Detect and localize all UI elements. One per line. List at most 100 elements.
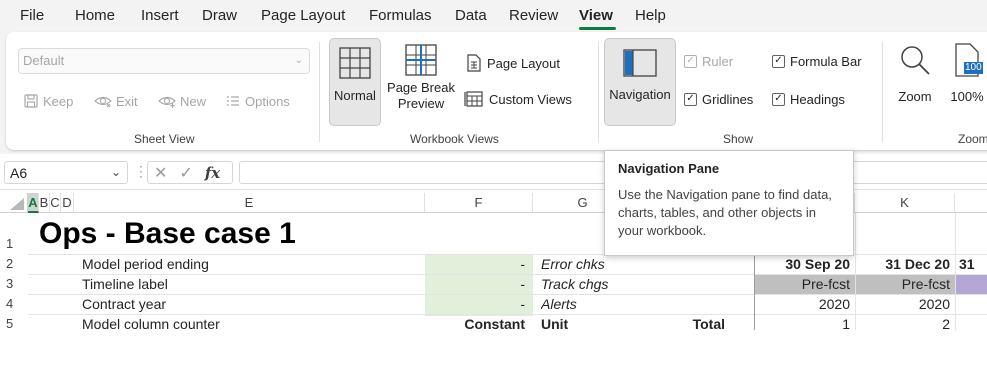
- gridlines-label: Gridlines: [702, 91, 754, 107]
- cell-f3[interactable]: -: [425, 276, 525, 292]
- normal-label: Normal: [334, 88, 376, 103]
- tab-help[interactable]: Help: [635, 7, 666, 24]
- cell-k4[interactable]: 2020: [855, 296, 950, 312]
- cell-k3[interactable]: Pre-fcst: [855, 276, 950, 292]
- page-layout-button[interactable]: Page Layout: [466, 52, 560, 74]
- select-all-corner[interactable]: [0, 193, 28, 213]
- column-header-l[interactable]: [955, 193, 987, 213]
- normal-grid-icon: [339, 47, 371, 79]
- tab-page-layout[interactable]: Page Layout: [261, 7, 345, 24]
- options-button[interactable]: Options: [225, 90, 290, 112]
- name-box-value: A6: [10, 165, 28, 181]
- name-box[interactable]: A6 ⌄: [4, 161, 128, 184]
- chevron-down-icon: ⌄: [294, 55, 303, 66]
- page-break-label-line1: Page Break: [387, 80, 455, 95]
- keep-label: Keep: [43, 93, 74, 109]
- column-header-b[interactable]: B: [39, 193, 50, 213]
- checkbox-checked-icon: ✓: [684, 54, 697, 68]
- magnifier-icon: [901, 46, 930, 75]
- column-header-f[interactable]: F: [425, 193, 533, 213]
- cell-e2[interactable]: Model period ending: [82, 256, 209, 272]
- checkbox-checked-icon: ✓: [772, 54, 785, 68]
- tab-review[interactable]: Review: [509, 7, 558, 24]
- tab-data[interactable]: Data: [455, 7, 487, 24]
- enter-icon[interactable]: ✓: [179, 163, 192, 183]
- zoom-group-label: Zoom: [958, 132, 987, 146]
- cell-f5[interactable]: Constant: [425, 316, 525, 329]
- cancel-icon[interactable]: ✕: [154, 163, 167, 183]
- zoom-button[interactable]: Zoom: [890, 38, 940, 126]
- headings-label: Headings: [790, 91, 845, 107]
- cell-k5[interactable]: 2: [855, 316, 950, 329]
- select-all-triangle-icon: [10, 198, 24, 210]
- cell-e4[interactable]: Contract year: [82, 296, 166, 312]
- cell-j3[interactable]: Pre-fcst: [755, 276, 850, 292]
- tooltip-title: Navigation Pane: [618, 161, 720, 176]
- row-header-3[interactable]: 3: [0, 276, 28, 291]
- headings-checkbox[interactable]: ✓ Headings: [772, 88, 845, 110]
- page-break-preview-button[interactable]: Page Break Preview: [386, 38, 456, 126]
- navigation-pane-icon: [623, 49, 657, 77]
- cell-f4[interactable]: -: [425, 296, 525, 312]
- exit-button[interactable]: Exit: [94, 90, 138, 112]
- tab-file[interactable]: File: [20, 7, 44, 24]
- zoom-100-button[interactable]: 100 100%: [945, 38, 987, 126]
- sheet-view-value: Default: [23, 53, 65, 68]
- custom-views-button[interactable]: Custom Views: [464, 88, 572, 110]
- more-icon[interactable]: ⋮: [134, 163, 148, 180]
- row-header-4[interactable]: 4: [0, 296, 28, 311]
- group-divider: [882, 42, 883, 142]
- checkbox-checked-icon: ✓: [684, 92, 697, 106]
- tab-draw[interactable]: Draw: [202, 7, 237, 24]
- column-header-a[interactable]: A: [28, 193, 39, 213]
- ruler-checkbox[interactable]: ✓ Ruler: [684, 50, 733, 72]
- cell-k2[interactable]: 31 Dec 20: [855, 256, 950, 272]
- cell-g2[interactable]: Error chks: [541, 256, 605, 272]
- tab-home[interactable]: Home: [75, 7, 115, 24]
- navigation-button[interactable]: Navigation: [604, 38, 676, 126]
- sheet-view-dropdown[interactable]: Default ⌄: [18, 48, 310, 74]
- column-header-e[interactable]: E: [74, 193, 425, 213]
- page-layout-icon: [467, 54, 481, 72]
- column-header-k[interactable]: K: [855, 193, 955, 213]
- workbook-views-group-label: Workbook Views: [410, 132, 499, 146]
- page-break-label-line2: Preview: [397, 96, 445, 111]
- column-header-d[interactable]: D: [61, 193, 74, 213]
- cell-j2[interactable]: 30 Sep 20: [755, 256, 850, 272]
- row-header-2[interactable]: 2: [0, 256, 28, 271]
- sheet-title-cell[interactable]: Ops - Base case 1: [39, 216, 296, 252]
- page-layout-label: Page Layout: [487, 55, 561, 71]
- eye-exit-icon: [94, 96, 112, 108]
- zoom-badge: 100: [964, 62, 983, 74]
- cell-g5[interactable]: Unit: [541, 316, 568, 329]
- cell-l2[interactable]: 31: [959, 256, 975, 272]
- cell-f2[interactable]: -: [425, 256, 525, 272]
- cell-j5[interactable]: 1: [755, 316, 850, 329]
- tab-view[interactable]: View: [579, 7, 613, 24]
- menu-bar: File Home Insert Draw Page Layout Formul…: [0, 0, 987, 32]
- column-header-c[interactable]: C: [50, 193, 61, 213]
- normal-view-button[interactable]: Normal: [329, 38, 381, 126]
- zoom-100-icon: 100: [952, 42, 983, 78]
- cell-e3[interactable]: Timeline label: [82, 276, 168, 292]
- tab-formulas[interactable]: Formulas: [369, 7, 432, 24]
- row-header-1[interactable]: 1: [0, 236, 28, 251]
- new-button[interactable]: New: [158, 90, 206, 112]
- gridline: [28, 314, 987, 315]
- blank-area: [0, 330, 987, 378]
- formula-bar-label: Formula Bar: [790, 53, 862, 69]
- cell-g4[interactable]: Alerts: [541, 296, 577, 312]
- gridlines-checkbox[interactable]: ✓ Gridlines: [684, 88, 753, 110]
- cell-e5[interactable]: Model column counter: [82, 316, 220, 329]
- cell-h5[interactable]: Total: [633, 316, 725, 329]
- insert-function-icon[interactable]: fx: [205, 164, 220, 182]
- keep-button[interactable]: Keep: [23, 90, 73, 112]
- show-group-label: Show: [723, 132, 754, 146]
- cell-j4[interactable]: 2020: [755, 296, 850, 312]
- row-header-5[interactable]: 5: [0, 316, 28, 331]
- list-options-icon: [227, 96, 239, 106]
- tab-insert[interactable]: Insert: [141, 7, 179, 24]
- cell-g3[interactable]: Track chgs: [541, 276, 608, 292]
- sheet-view-group-label: Sheet View: [134, 132, 195, 146]
- formula-bar-checkbox[interactable]: ✓ Formula Bar: [772, 50, 862, 72]
